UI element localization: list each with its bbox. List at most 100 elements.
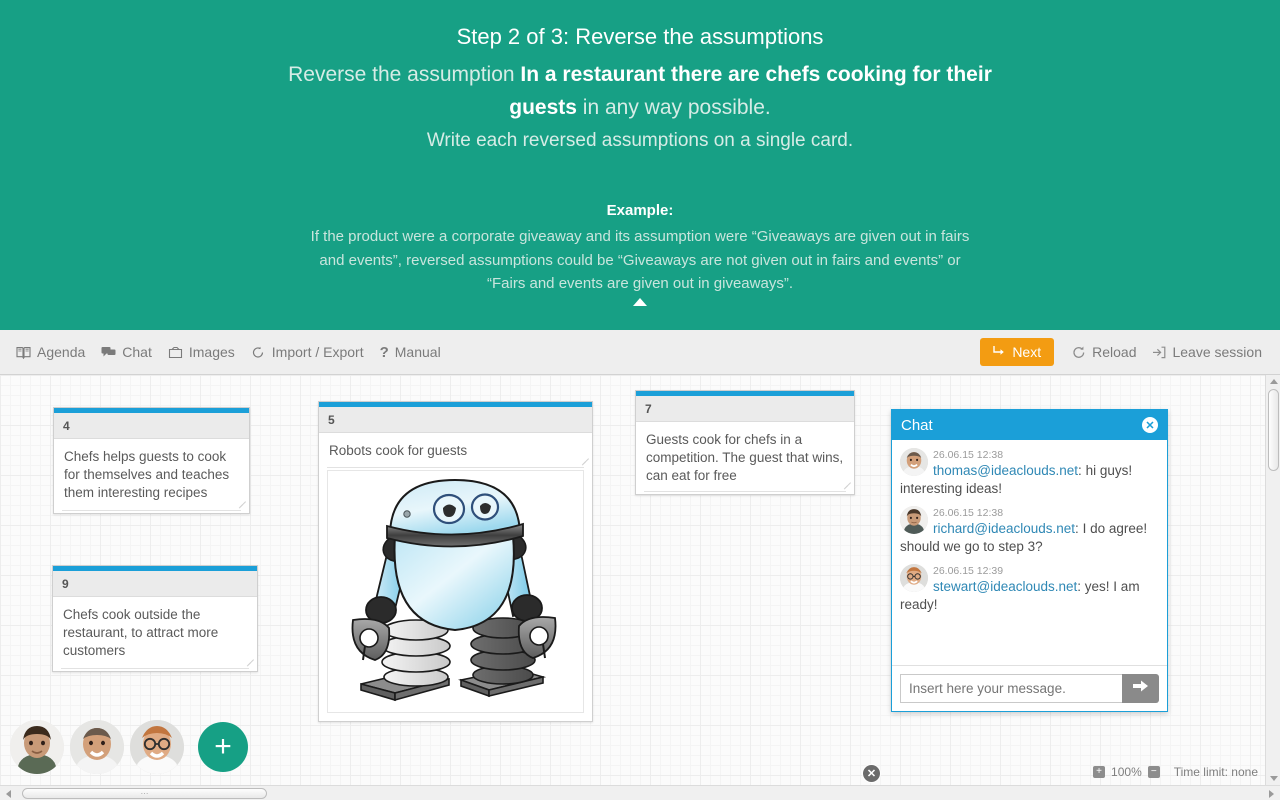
chat-message-time: 26.06.15 12:39 — [933, 565, 1004, 577]
avatar[interactable] — [130, 720, 184, 774]
card-text[interactable]: Chefs cook outside the restaurant, to at… — [53, 597, 257, 671]
zoom-level: 100% — [1111, 765, 1142, 779]
toolbar-item-chat[interactable]: Chat — [93, 340, 160, 364]
next-button[interactable]: Next — [980, 338, 1055, 366]
card-text[interactable]: Robots cook for guests — [319, 433, 592, 470]
scroll-left-arrow-icon[interactable] — [6, 790, 11, 798]
card-number: 7 — [636, 396, 854, 422]
toolbar-item-label: Manual — [394, 344, 441, 360]
step-title: Step 2 of 3: Reverse the assumptions — [456, 24, 824, 49]
toolbar-item-import-export[interactable]: Import / Export — [243, 340, 372, 364]
toolbar-item-agenda[interactable]: Agenda — [8, 340, 93, 364]
idea-card[interactable]: 5 Robots cook for guests — [318, 401, 593, 722]
scroll-right-arrow-icon[interactable] — [1269, 790, 1274, 798]
reload-button-label: Reload — [1092, 344, 1137, 360]
idea-card[interactable]: 4 Chefs helps guests to cook for themsel… — [53, 407, 250, 514]
idea-card[interactable]: 9 Chefs cook outside the restaurant, to … — [52, 565, 258, 672]
chat-message-separator: : — [1077, 579, 1085, 594]
resize-handle-icon[interactable] — [843, 482, 851, 490]
card-text-value: Chefs cook outside the restaurant, to at… — [63, 607, 219, 658]
instruction-panel: Step 2 of 3: Reverse the assumptions Rev… — [0, 0, 1280, 330]
chat-input[interactable] — [900, 674, 1122, 703]
horizontal-scrollbar[interactable]: ⋯ — [0, 785, 1280, 800]
chat-send-button[interactable] — [1122, 674, 1159, 703]
toolbar-item-manual[interactable]: ? Manual — [372, 340, 449, 365]
card-number: 9 — [53, 571, 257, 597]
chat-message: 26.06.15 12:39 stewart@ideaclouds.net: y… — [900, 564, 1159, 614]
chat-message-time: 26.06.15 12:38 — [933, 449, 1004, 461]
plus-icon: + — [214, 730, 232, 763]
chat-message-user: richard@ideaclouds.net — [933, 521, 1076, 536]
card-text-underline — [61, 668, 249, 669]
triangle-up-icon[interactable] — [633, 298, 647, 306]
leave-session-icon — [1152, 346, 1166, 359]
leave-session-label: Leave session — [1172, 344, 1262, 360]
plus-icon[interactable]: + — [1093, 766, 1106, 778]
book-icon — [16, 346, 31, 359]
card-text-underline — [62, 510, 241, 511]
chat-header: Chat ✕ — [892, 410, 1167, 440]
card-text-underline — [644, 491, 846, 492]
avatar — [900, 564, 928, 592]
toolbar-item-images[interactable]: Images — [160, 340, 243, 364]
close-circle-icon[interactable]: ✕ — [1142, 417, 1158, 433]
minus-icon[interactable]: − — [1147, 766, 1160, 778]
chat-title: Chat — [901, 416, 933, 434]
example-title: Example: — [606, 202, 674, 219]
instruction-prefix: Reverse the assumption — [288, 63, 521, 86]
refresh-cycle-icon — [251, 346, 266, 359]
avatar[interactable] — [70, 720, 124, 774]
idea-card[interactable]: 7 Guests cook for chefs in a competition… — [635, 390, 855, 495]
card-text-value: Guests cook for chefs in a competition. … — [646, 432, 844, 483]
card-text[interactable]: Guests cook for chefs in a competition. … — [636, 422, 854, 494]
chat-panel[interactable]: Chat ✕ 26.06.15 12:38 thomas@ideaclouds.… — [891, 409, 1168, 712]
add-participant-button[interactable]: + — [198, 722, 248, 772]
main-toolbar: Agenda Chat Images Import / Export ? Man… — [0, 330, 1280, 375]
chat-message-separator: : — [1078, 463, 1086, 478]
robot-illustration — [351, 478, 556, 702]
arrow-turn-right-icon — [993, 344, 1006, 360]
example-body: If the product were a corporate giveaway… — [310, 228, 970, 292]
avatar[interactable] — [10, 720, 64, 774]
participants-bar: + — [10, 720, 248, 774]
close-circle-icon[interactable]: ✕ — [863, 765, 880, 782]
arrow-right-icon — [1132, 679, 1149, 698]
card-image[interactable] — [327, 470, 584, 713]
toolbar-item-label: Import / Export — [271, 344, 364, 360]
avatar — [900, 448, 928, 476]
vertical-scrollbar[interactable] — [1265, 375, 1280, 785]
horizontal-scrollbar-thumb[interactable]: ⋯ — [22, 788, 267, 799]
card-text-value: Chefs helps guests to cook for themselve… — [64, 449, 230, 500]
question-mark-icon: ? — [379, 343, 389, 361]
image-folder-icon — [168, 346, 183, 359]
leave-session-button[interactable]: Leave session — [1144, 340, 1270, 364]
resize-handle-icon[interactable] — [581, 458, 589, 466]
toolbar-item-label: Agenda — [37, 344, 86, 360]
card-text-value: Robots cook for guests — [329, 443, 468, 458]
toolbar-right-group: Next Reload Leave session — [980, 338, 1280, 366]
chat-input-row — [892, 666, 1167, 711]
card-number: 4 — [54, 413, 249, 439]
resize-handle-icon[interactable] — [238, 501, 246, 509]
card-number: 5 — [319, 407, 592, 433]
instruction-text: Reverse the assumption In a restaurant t… — [260, 52, 1020, 124]
scroll-down-arrow-icon[interactable] — [1270, 776, 1278, 781]
resize-handle-icon[interactable] — [246, 659, 254, 667]
toolbar-left-group: Agenda Chat Images Import / Export ? Man… — [0, 340, 449, 365]
chat-message-list[interactable]: 26.06.15 12:38 thomas@ideaclouds.net: hi… — [892, 440, 1167, 666]
time-limit-label: Time limit: none — [1173, 765, 1258, 779]
chat-message-time: 26.06.15 12:38 — [933, 507, 1004, 519]
instruction-line-3: Write each reversed assumptions on a sin… — [426, 130, 854, 151]
vertical-scrollbar-thumb[interactable] — [1268, 389, 1279, 471]
chat-message: 26.06.15 12:38 richard@ideaclouds.net: I… — [900, 506, 1159, 556]
card-text[interactable]: Chefs helps guests to cook for themselve… — [54, 439, 249, 513]
card-text-underline — [327, 467, 584, 468]
next-button-label: Next — [1012, 344, 1042, 360]
reload-button[interactable]: Reload — [1064, 340, 1144, 364]
avatar — [900, 506, 928, 534]
chat-message-user: thomas@ideaclouds.net — [933, 463, 1079, 478]
scroll-up-arrow-icon[interactable] — [1270, 379, 1278, 384]
toolbar-item-label: Chat — [122, 344, 152, 360]
status-bar: + 100% − Time limit: none — [1093, 765, 1258, 779]
toolbar-item-label: Images — [188, 344, 235, 360]
